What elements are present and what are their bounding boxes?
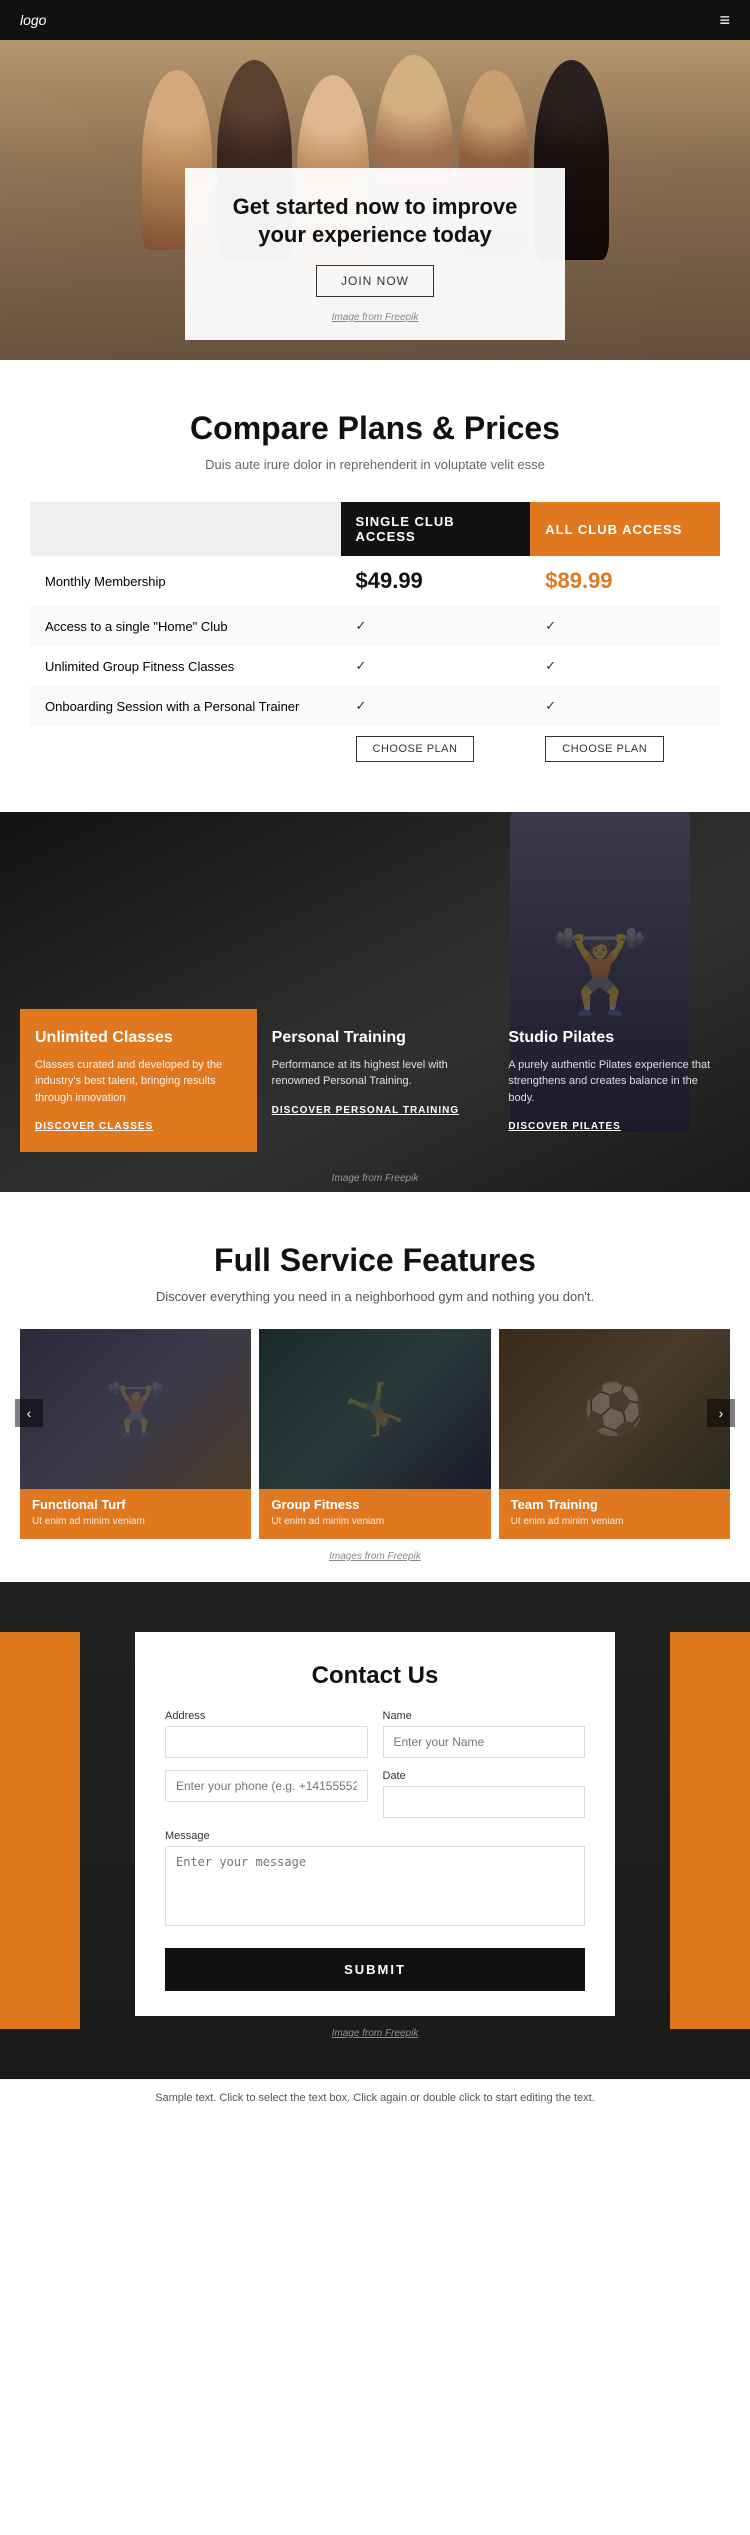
discover-pilates-link[interactable]: DISCOVER PILATES (508, 1121, 715, 1132)
feature-label: Monthly Membership (30, 556, 341, 606)
fitness-section: 🏋️ Unlimited Classes Classes curated and… (0, 812, 750, 1192)
turf-image: 🏋 (20, 1329, 251, 1489)
name-label: Name (383, 1710, 586, 1722)
plans-table: SINGLE CLUB ACCESS ALL CLUB ACCESS Month… (30, 502, 720, 772)
fitness-attribution: Image from Freepik (332, 1173, 419, 1184)
fitness-card-unlimited: Unlimited Classes Classes curated and de… (20, 1009, 257, 1153)
service-title: Full Service Features (20, 1242, 730, 1279)
col-feature-header (30, 502, 341, 556)
service-card-fitness: 🤸 Group Fitness Ut enim ad minim veniam (259, 1329, 490, 1539)
feature-empty (30, 726, 341, 772)
plans-section: Compare Plans & Prices Duis aute irure d… (0, 360, 750, 812)
single-check: ✓ (341, 686, 531, 726)
carousel-next-button[interactable]: › (707, 1399, 735, 1427)
fitness-card-text: Performance at its highest level with re… (272, 1057, 479, 1090)
service-cards-container: 🏋 Functional Turf Ut enim ad minim venia… (20, 1329, 730, 1539)
team-desc: Ut enim ad minim veniam (499, 1516, 730, 1539)
service-card-team: ⚽ Team Training Ut enim ad minim veniam (499, 1329, 730, 1539)
fitness-image: 🤸 (259, 1329, 490, 1489)
col-all-header: ALL CLUB ACCESS (530, 502, 720, 556)
hero-section: Get started now to improve your experien… (0, 40, 750, 360)
service-section: Full Service Features Discover everythin… (0, 1192, 750, 1582)
feature-label: Unlimited Group Fitness Classes (30, 646, 341, 686)
service-subtitle: Discover everything you need in a neighb… (20, 1289, 730, 1304)
service-card-turf: 🏋 Functional Turf Ut enim ad minim venia… (20, 1329, 251, 1539)
date-label: Date (383, 1770, 586, 1782)
date-group: Date (383, 1770, 586, 1818)
choose-all-button[interactable]: CHOOSE PLAN (545, 736, 664, 762)
discover-classes-link[interactable]: DISCOVER CLASSES (35, 1121, 242, 1132)
header: logo ≡ (0, 0, 750, 40)
table-row: Monthly Membership $49.99 $89.99 (30, 556, 720, 606)
all-price: $89.99 (530, 556, 720, 606)
contact-section: Contact Us Address Name Date Message (0, 1582, 750, 2079)
message-input[interactable] (165, 1846, 585, 1926)
message-label: Message (165, 1830, 585, 1842)
service-carousel: ‹ 🏋 Functional Turf Ut enim ad minim ven… (20, 1329, 730, 1539)
single-price: $49.99 (341, 556, 531, 606)
fitness-card-title: Unlimited Classes (35, 1029, 242, 1047)
fitness-card-pilates: Studio Pilates A purely authentic Pilate… (493, 1009, 730, 1153)
single-check: ✓ (341, 606, 531, 646)
choose-all-cell: CHOOSE PLAN (530, 726, 720, 772)
table-row: Onboarding Session with a Personal Train… (30, 686, 720, 726)
contact-card: Contact Us Address Name Date Message (135, 1632, 615, 2016)
fitness-label: Group Fitness (259, 1489, 490, 1516)
fitness-cards-container: Unlimited Classes Classes curated and de… (0, 969, 750, 1173)
contact-side-left (0, 1632, 80, 2029)
submit-button[interactable]: SUBMIT (165, 1948, 585, 1991)
fitness-card-title: Studio Pilates (508, 1029, 715, 1047)
address-group: Address (165, 1710, 368, 1758)
logo: logo (20, 12, 46, 28)
message-group: Message (165, 1830, 585, 1926)
team-image: ⚽ (499, 1329, 730, 1489)
name-group: Name (383, 1710, 586, 1758)
all-check: ✓ (530, 606, 720, 646)
name-input[interactable] (383, 1726, 586, 1758)
choose-single-button[interactable]: CHOOSE PLAN (356, 736, 475, 762)
contact-title: Contact Us (165, 1662, 585, 1690)
discover-training-link[interactable]: DISCOVER PERSONAL TRAINING (272, 1105, 479, 1116)
phone-group (165, 1770, 368, 1818)
fitness-card-personal: Personal Training Performance at its hig… (257, 1009, 494, 1153)
turf-desc: Ut enim ad minim veniam (20, 1516, 251, 1539)
table-row: Access to a single "Home" Club ✓ ✓ (30, 606, 720, 646)
single-check: ✓ (341, 646, 531, 686)
join-now-button[interactable]: JOIN NOW (316, 265, 434, 297)
hero-title: Get started now to improve your experien… (215, 193, 535, 250)
feature-label: Onboarding Session with a Personal Train… (30, 686, 341, 726)
address-input[interactable] (165, 1726, 368, 1758)
fitness-card-text: A purely authentic Pilates experience th… (508, 1057, 715, 1107)
table-row-cta: CHOOSE PLAN CHOOSE PLAN (30, 726, 720, 772)
fitness-card-title: Personal Training (272, 1029, 479, 1047)
plans-title: Compare Plans & Prices (30, 410, 720, 447)
carousel-prev-button[interactable]: ‹ (15, 1399, 43, 1427)
contact-attribution: Image from Freepik (20, 2028, 730, 2039)
footer-note: Sample text. Click to select the text bo… (0, 2079, 750, 2116)
address-label: Address (165, 1710, 368, 1722)
all-check: ✓ (530, 646, 720, 686)
hero-attribution: Image from Freepik (332, 312, 419, 323)
hamburger-menu-icon[interactable]: ≡ (719, 10, 730, 31)
plans-subtitle: Duis aute irure dolor in reprehenderit i… (30, 457, 720, 472)
contact-side-right (670, 1632, 750, 2029)
date-input[interactable] (383, 1786, 586, 1818)
choose-single-cell: CHOOSE PLAN (341, 726, 531, 772)
fitness-card-text: Classes curated and developed by the ind… (35, 1057, 242, 1107)
feature-label: Access to a single "Home" Club (30, 606, 341, 646)
form-row-phone-date: Date (165, 1770, 585, 1818)
all-check: ✓ (530, 686, 720, 726)
table-row: Unlimited Group Fitness Classes ✓ ✓ (30, 646, 720, 686)
fitness-desc: Ut enim ad minim veniam (259, 1516, 490, 1539)
turf-label: Functional Turf (20, 1489, 251, 1516)
team-label: Team Training (499, 1489, 730, 1516)
phone-input[interactable] (165, 1770, 368, 1802)
hero-card: Get started now to improve your experien… (185, 168, 565, 340)
form-row-address-name: Address Name (165, 1710, 585, 1758)
col-single-header: SINGLE CLUB ACCESS (341, 502, 531, 556)
service-attribution: Images from Freepik (20, 1551, 730, 1562)
